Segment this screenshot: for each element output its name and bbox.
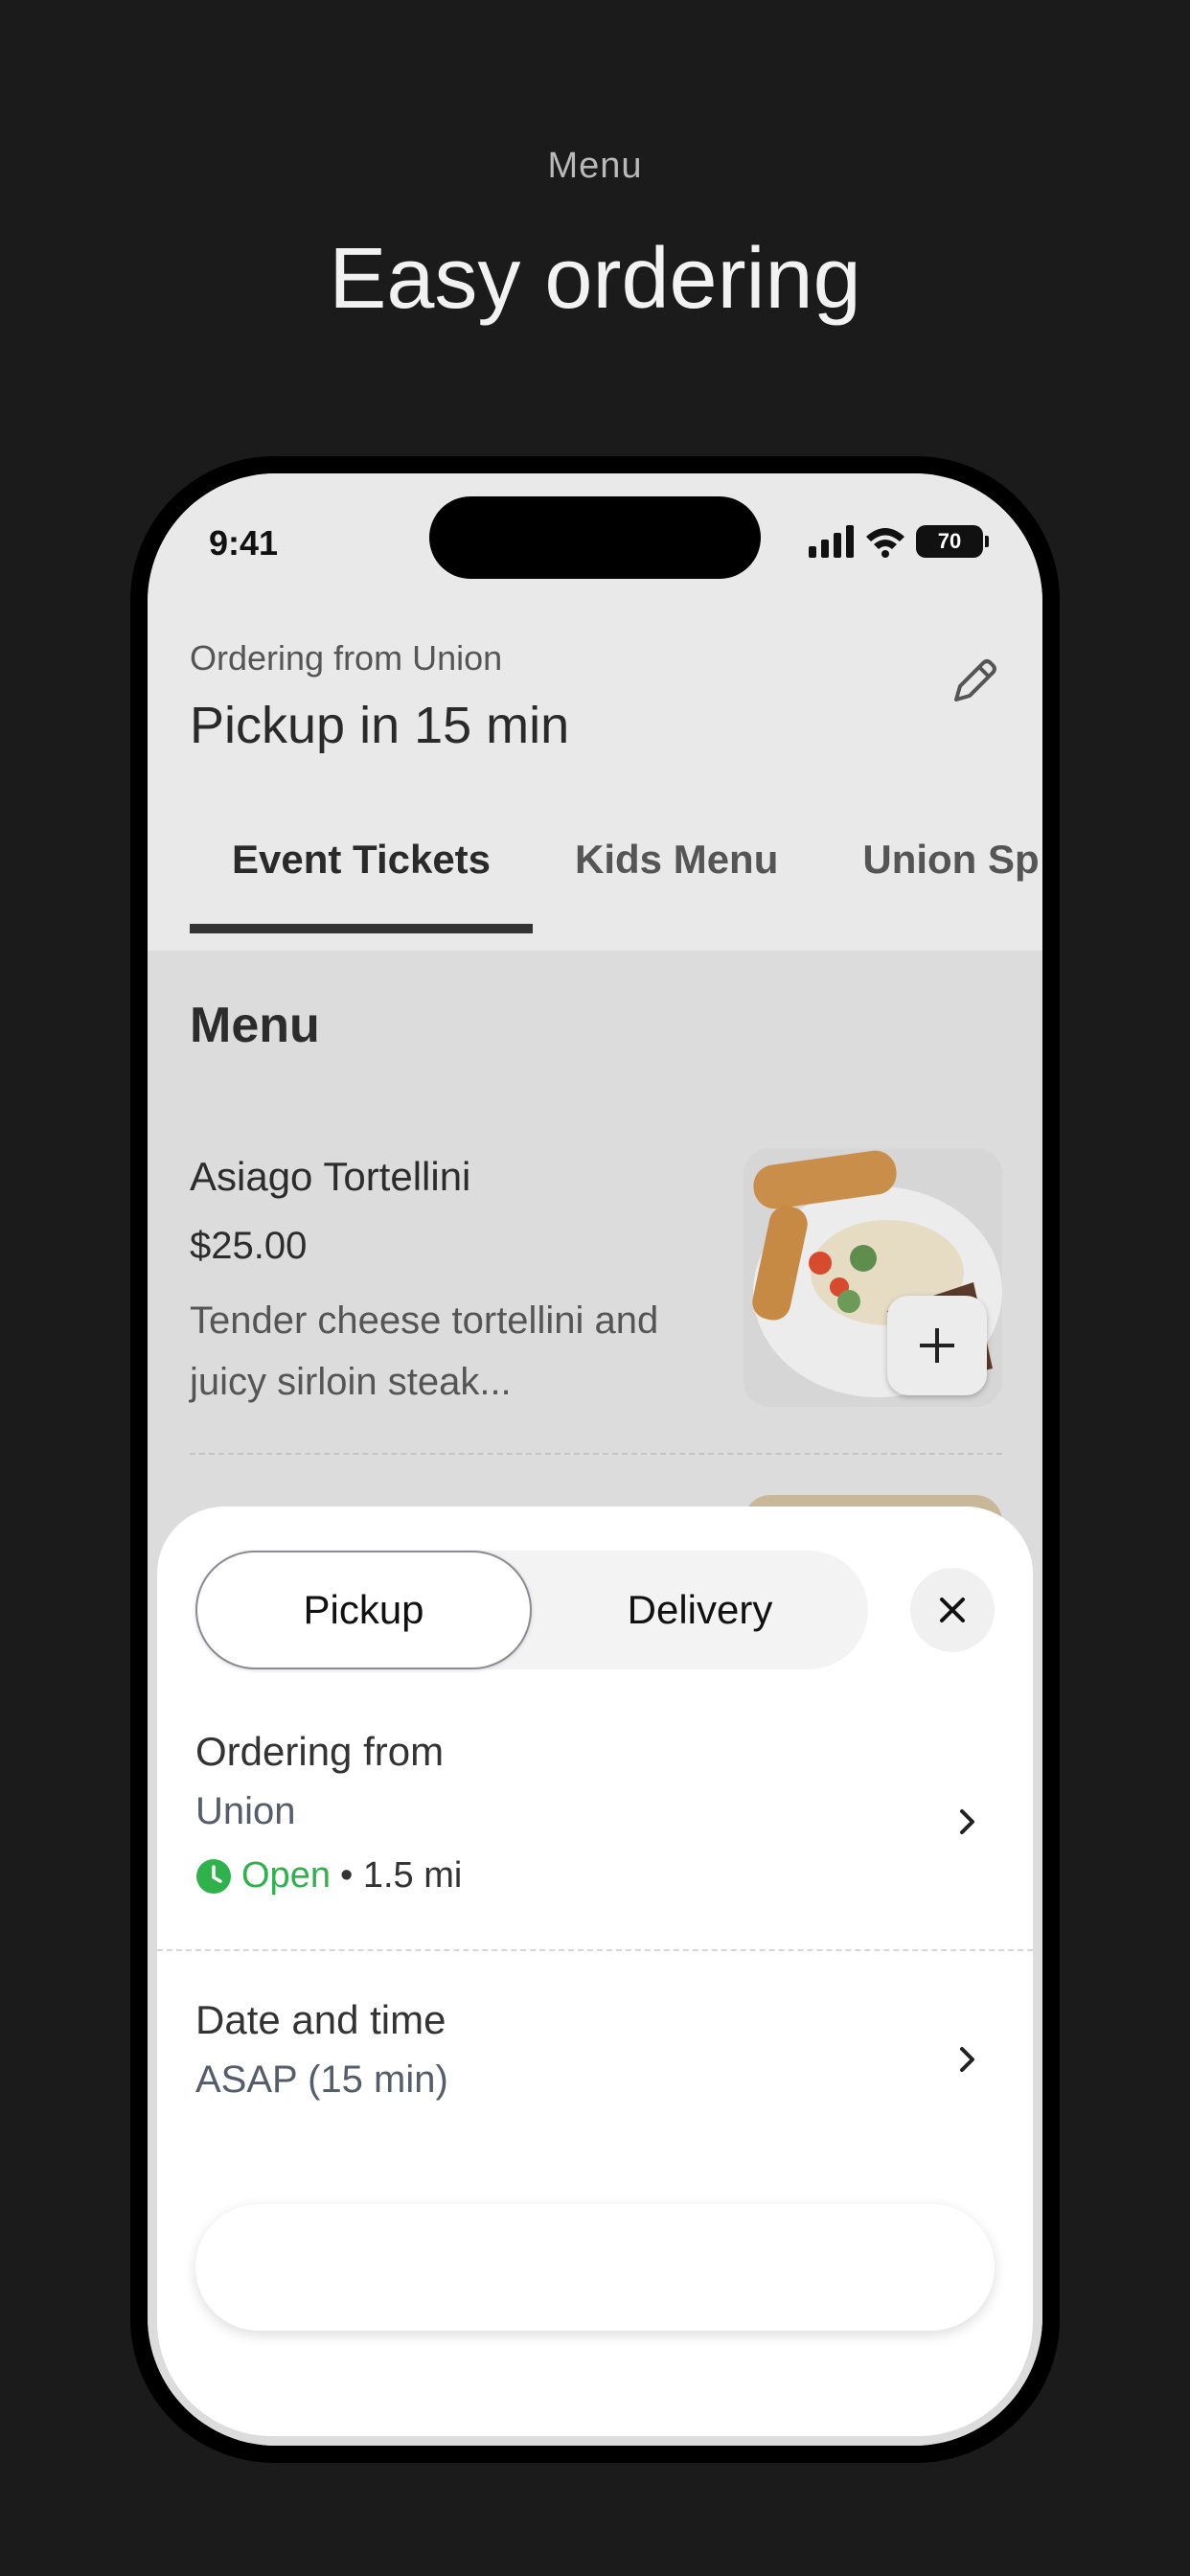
pencil-edit-icon[interactable] <box>945 654 1002 711</box>
fulfillment-toggle: Pickup Delivery <box>195 1551 868 1669</box>
phone-screen: 9:41 70 Ordering from Union Pickup in 15… <box>148 473 1042 2446</box>
order-settings-sheet: Pickup Delivery Ordering from Union Open <box>157 1506 1033 2436</box>
wifi-icon <box>866 528 904 558</box>
menu-item-price: $25.00 <box>190 1225 308 1267</box>
close-icon <box>940 1598 965 1622</box>
tab-union-specials[interactable]: Union Sp <box>820 836 1042 933</box>
delivery-option[interactable]: Delivery <box>532 1551 868 1669</box>
date-time-title: Date and time <box>195 1997 446 2042</box>
location-name: Union <box>195 1790 296 1832</box>
status-time: 9:41 <box>209 523 279 563</box>
pickup-option[interactable]: Pickup <box>195 1551 532 1669</box>
tab-event-tickets[interactable]: Event Tickets <box>190 836 534 933</box>
status-icons: 70 <box>809 525 989 558</box>
tab-kids-menu[interactable]: Kids Menu <box>533 836 820 933</box>
sheet-divider <box>157 1949 1033 1951</box>
location-status: Open • 1.5 mi <box>195 1855 462 1897</box>
menu-heading: Menu <box>190 998 320 1053</box>
close-button[interactable] <box>910 1568 995 1652</box>
clock-icon <box>196 1858 231 1894</box>
date-time-value: ASAP (15 min) <box>195 2058 448 2101</box>
menu-item-description: Tender cheese tortellini and juicy sirlo… <box>190 1300 659 1403</box>
category-tabs: Event Tickets Kids Menu Union Sp <box>190 836 1042 933</box>
phone-frame: 9:41 70 Ordering from Union Pickup in 15… <box>130 456 1060 2463</box>
plus-icon <box>920 1328 954 1363</box>
ordering-from-title: Ordering from <box>195 1729 445 1774</box>
signal-icon <box>809 525 854 558</box>
promo-eyebrow: Menu <box>547 146 643 186</box>
promo-title: Easy ordering <box>329 231 861 327</box>
confirm-button[interactable] <box>195 2204 995 2331</box>
open-status-text: Open <box>241 1855 331 1896</box>
dynamic-island <box>429 496 761 579</box>
battery-icon: 70 <box>916 525 989 558</box>
chevron-right-icon <box>960 1809 974 1834</box>
pickup-time-title: Pickup in 15 min <box>190 697 570 754</box>
ordering-from-label: Ordering from Union <box>190 638 503 678</box>
add-to-cart-button[interactable] <box>887 1296 987 1395</box>
distance-text: • 1.5 mi <box>339 1855 463 1896</box>
chevron-right-icon <box>960 2047 974 2072</box>
menu-item-name: Asiago Tortellini <box>190 1154 471 1199</box>
menu-divider <box>190 1453 1002 1455</box>
